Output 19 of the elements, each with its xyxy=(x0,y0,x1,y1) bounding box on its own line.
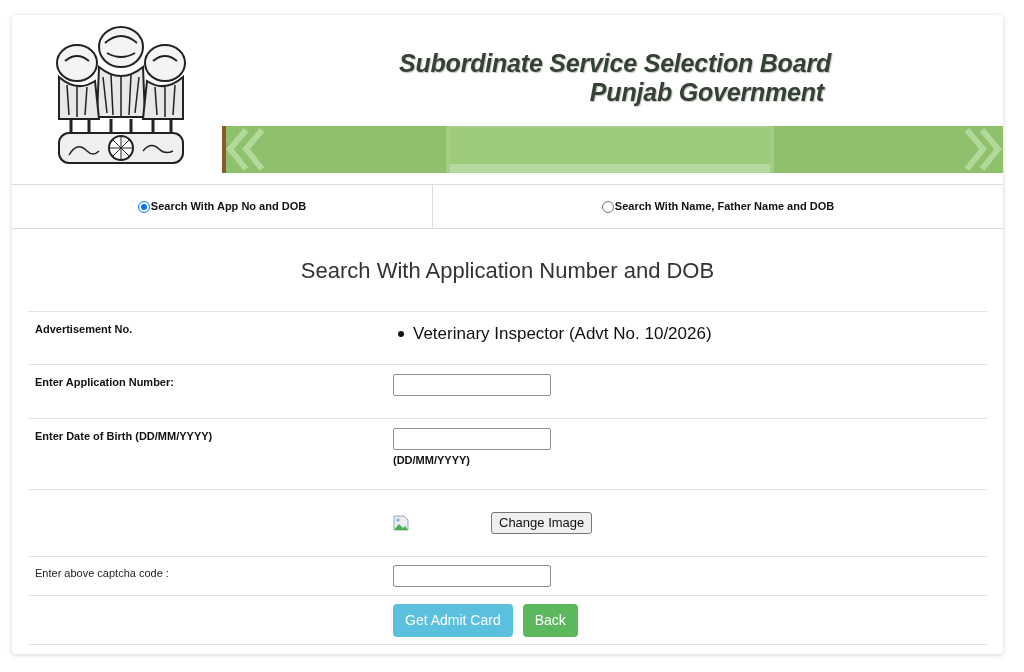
text-field[interactable] xyxy=(393,374,551,396)
search-mode-option[interactable]: Search With Name, Father Name and DOB xyxy=(601,198,835,215)
field-label: Advertisement No. xyxy=(35,323,133,335)
field-label: Enter Application Number: xyxy=(35,376,174,388)
board-subtitle: Punjab Government xyxy=(589,78,824,106)
broken-image-icon xyxy=(393,515,409,531)
field-label: Enter above captcha code : xyxy=(35,567,169,579)
bullet-icon xyxy=(398,331,404,337)
captcha-field[interactable] xyxy=(393,565,551,587)
format-hint: (DD/MM/YYYY) xyxy=(393,454,470,466)
radio-button[interactable] xyxy=(601,200,614,213)
field-label: Enter Date of Birth (DD/MM/YYYY) xyxy=(35,430,213,442)
text-field[interactable] xyxy=(393,428,551,450)
form-heading: Search With Application Number and DOB xyxy=(300,258,715,284)
change-image-button[interactable]: Change Image xyxy=(491,512,593,534)
radio-button[interactable] xyxy=(137,200,150,213)
board-title: Subordinate Service Selection Board xyxy=(399,48,831,78)
search-mode-option[interactable]: Search With App No and DOB xyxy=(137,198,307,215)
advertisement-item: Veterinary Inspector (Advt No. 10/2026) xyxy=(413,323,712,345)
